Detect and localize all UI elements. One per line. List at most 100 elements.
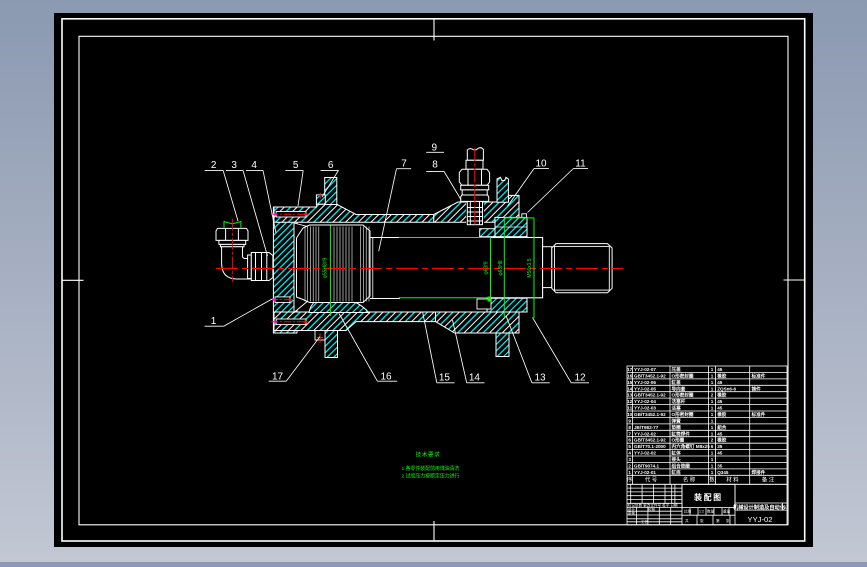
svg-text:弹簧: 弹簧 <box>672 417 682 424</box>
svg-text:O形密封圈: O形密封圈 <box>672 411 694 418</box>
svg-text:YYJ-02-02: YYJ-02-02 <box>634 431 656 436</box>
svg-text:比例: 比例 <box>684 509 692 514</box>
svg-text:3: 3 <box>628 457 631 462</box>
svg-text:5: 5 <box>628 444 631 449</box>
svg-text:1: 1 <box>711 380 714 385</box>
svg-text:1.各零件装配前用煤油清洗: 1.各零件装配前用煤油清洗 <box>402 465 460 472</box>
svg-text:2: 2 <box>628 463 631 468</box>
svg-text:6: 6 <box>711 444 714 449</box>
svg-text:4: 4 <box>251 160 257 171</box>
svg-text:11: 11 <box>575 159 586 170</box>
svg-text:缸筒焊件: 缸筒焊件 <box>672 430 691 437</box>
svg-text:YYJ-02-05: YYJ-02-05 <box>634 386 656 391</box>
svg-text:2: 2 <box>211 160 217 171</box>
svg-text:45: 45 <box>717 380 723 385</box>
svg-text:代 号: 代 号 <box>645 475 658 483</box>
svg-text:14: 14 <box>469 373 481 384</box>
svg-text:1: 1 <box>711 457 714 462</box>
svg-text:橡胶: 橡胶 <box>717 372 727 379</box>
svg-text:Q345: Q345 <box>717 470 729 475</box>
svg-text:缸体: 缸体 <box>672 450 682 457</box>
svg-text:O形密封圈: O形密封圈 <box>672 372 694 379</box>
svg-text:备 注: 备 注 <box>762 475 775 483</box>
svg-text:审核: 审核 <box>628 511 636 516</box>
svg-text:45: 45 <box>717 406 723 411</box>
svg-text:GB/T70.1-2000: GB/T70.1-2000 <box>634 444 666 449</box>
svg-text:焊接件: 焊接件 <box>752 469 766 476</box>
svg-text:1: 1 <box>711 406 714 411</box>
svg-text:ZQSn6-6: ZQSn6-6 <box>717 386 736 391</box>
svg-text:5: 5 <box>293 160 299 171</box>
svg-text:组合垫圈: 组合垫圈 <box>672 462 691 469</box>
svg-text:内六角螺钉 M8x25: 内六角螺钉 M8x25 <box>672 443 711 450</box>
svg-text:45: 45 <box>717 431 723 436</box>
svg-text:YYJ-02: YYJ-02 <box>748 515 773 524</box>
svg-text:10: 10 <box>535 159 547 170</box>
svg-text:1: 1 <box>711 373 714 378</box>
svg-text:35: 35 <box>717 463 723 468</box>
svg-text:GB/T9074.1: GB/T9074.1 <box>634 463 659 468</box>
svg-text:1: 1 <box>711 386 714 391</box>
svg-text:张: 张 <box>783 505 787 510</box>
svg-text:6: 6 <box>628 438 631 443</box>
svg-text:重量: 重量 <box>723 509 731 514</box>
svg-text:7: 7 <box>401 159 407 170</box>
svg-text:15: 15 <box>627 380 633 385</box>
svg-text:1: 1 <box>711 431 714 436</box>
svg-text:9: 9 <box>432 143 438 154</box>
svg-text:45: 45 <box>717 367 723 372</box>
svg-text:数: 数 <box>709 475 715 483</box>
svg-text:标准件: 标准件 <box>751 372 766 379</box>
svg-text:数量: 数量 <box>707 509 715 514</box>
svg-text:45: 45 <box>717 399 723 404</box>
svg-text:1: 1 <box>628 470 631 475</box>
svg-text:活塞: 活塞 <box>672 405 682 412</box>
svg-text:16: 16 <box>627 373 633 378</box>
svg-text:铸件: 铸件 <box>752 385 762 392</box>
svg-text:1: 1 <box>711 399 714 404</box>
svg-text:压盖: 压盖 <box>672 366 682 373</box>
svg-text:9: 9 <box>628 418 631 423</box>
svg-text:2: 2 <box>711 438 714 443</box>
svg-text:2: 2 <box>711 393 714 398</box>
svg-text:YYJ-02-02: YYJ-02-02 <box>634 451 656 456</box>
svg-text:标准件: 标准件 <box>751 411 766 418</box>
svg-text:1: 1 <box>711 418 714 423</box>
svg-text:15: 15 <box>439 373 451 384</box>
svg-text:GB/T3452.1-92: GB/T3452.1-92 <box>634 412 666 417</box>
svg-text:2.试验压力按额定压力进行: 2.试验压力按额定压力进行 <box>402 473 460 480</box>
svg-text:16: 16 <box>380 372 392 383</box>
svg-text:序: 序 <box>627 475 633 483</box>
svg-text:张: 张 <box>726 518 730 523</box>
svg-text:缸底: 缸底 <box>672 469 682 476</box>
svg-text:GB/T3452.1-92: GB/T3452.1-92 <box>634 373 666 378</box>
svg-text:14: 14 <box>627 386 633 391</box>
svg-text:φ63H8: φ63H8 <box>498 260 504 275</box>
svg-text:名 称: 名 称 <box>683 475 696 483</box>
svg-text:1: 1 <box>711 451 714 456</box>
svg-text:8: 8 <box>628 425 631 430</box>
svg-text:12: 12 <box>574 373 586 384</box>
svg-text:1: 1 <box>711 463 714 468</box>
svg-text:校核: 校核 <box>648 507 656 512</box>
svg-text:10: 10 <box>627 412 633 417</box>
svg-text:1: 1 <box>711 470 714 475</box>
svg-text:O形密封圈: O形密封圈 <box>672 392 694 399</box>
svg-text:4: 4 <box>628 451 631 456</box>
svg-text:12: 12 <box>627 399 633 404</box>
svg-text:13: 13 <box>534 373 546 384</box>
svg-text:工艺: 工艺 <box>641 519 649 524</box>
svg-text:橡胶: 橡胶 <box>717 392 727 399</box>
svg-text:YYJ-02-03: YYJ-02-03 <box>634 406 656 411</box>
svg-text:35: 35 <box>717 444 723 449</box>
svg-text:11: 11 <box>627 406 632 411</box>
svg-text:YYJ-02-06: YYJ-02-06 <box>634 380 656 385</box>
svg-text:JB/T982-77: JB/T982-77 <box>634 425 659 430</box>
svg-text:M56x1.5: M56x1.5 <box>527 258 533 277</box>
svg-text:45: 45 <box>717 451 723 456</box>
svg-text:1: 1 <box>211 316 217 327</box>
svg-text:橡胶: 橡胶 <box>717 411 727 418</box>
svg-text:共: 共 <box>685 518 689 523</box>
svg-text:张: 张 <box>700 518 704 523</box>
svg-text:第: 第 <box>716 518 720 523</box>
